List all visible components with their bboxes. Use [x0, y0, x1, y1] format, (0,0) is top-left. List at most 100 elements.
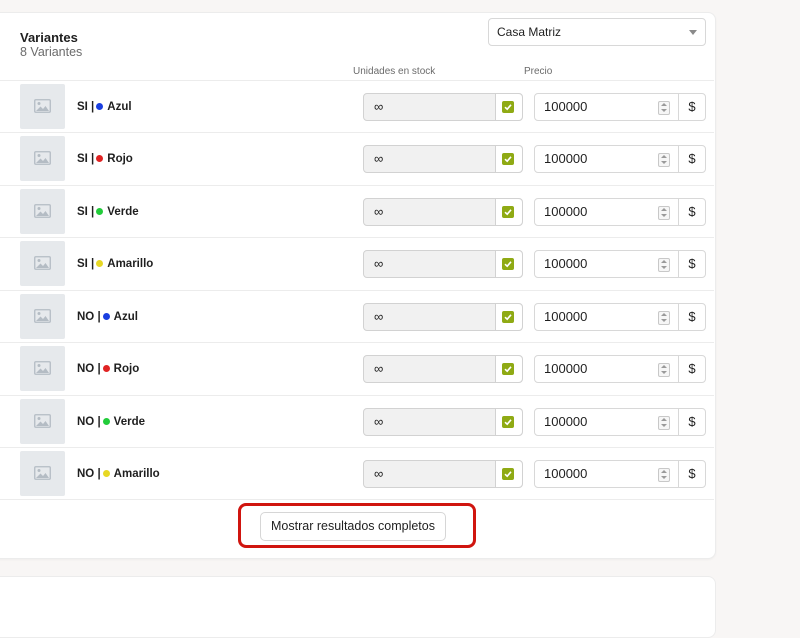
- variant-name: SI | Rojo: [77, 133, 133, 185]
- image-placeholder-icon[interactable]: [20, 189, 65, 234]
- variant-color-label: Azul: [113, 311, 138, 323]
- stepper-icon[interactable]: [658, 363, 670, 377]
- variant-option-label: SI |: [77, 153, 95, 165]
- currency-addon: $: [678, 408, 706, 436]
- variant-color-label: Rojo: [107, 153, 133, 165]
- image-placeholder-icon[interactable]: [20, 451, 65, 496]
- stock-value: ∞: [374, 256, 384, 271]
- image-placeholder-icon[interactable]: [20, 84, 65, 129]
- variant-row: SI | Rojo ∞ 100000 $: [0, 132, 714, 185]
- price-input[interactable]: 100000: [534, 460, 679, 488]
- stock-value: ∞: [374, 414, 384, 429]
- checkbox-checked-icon[interactable]: [502, 258, 514, 270]
- unlimited-stock-toggle[interactable]: [495, 409, 522, 435]
- checkbox-checked-icon[interactable]: [502, 468, 514, 480]
- stock-value: ∞: [374, 151, 384, 166]
- variant-color-label: Amarillo: [107, 258, 154, 270]
- currency-addon: $: [678, 145, 706, 173]
- variant-count: 8 Variantes: [20, 45, 83, 59]
- variant-name: SI | Amarillo: [77, 238, 153, 290]
- color-swatch-icon: [96, 155, 104, 162]
- image-placeholder-icon[interactable]: [20, 136, 65, 181]
- stock-value: ∞: [374, 466, 384, 481]
- price-value: 100000: [544, 466, 588, 481]
- stepper-icon[interactable]: [658, 311, 670, 325]
- currency-addon: $: [678, 460, 706, 488]
- price-input[interactable]: 100000: [534, 93, 679, 121]
- variant-option-label: NO |: [77, 468, 101, 480]
- price-value: 100000: [544, 204, 588, 219]
- color-swatch-icon: [96, 260, 104, 267]
- price-input[interactable]: 100000: [534, 408, 679, 436]
- price-value: 100000: [544, 151, 588, 166]
- stock-field[interactable]: ∞: [363, 355, 523, 383]
- checkbox-checked-icon[interactable]: [502, 311, 514, 323]
- checkbox-checked-icon[interactable]: [502, 416, 514, 428]
- unlimited-stock-toggle[interactable]: [495, 199, 522, 225]
- variant-name: NO | Amarillo: [77, 448, 160, 500]
- stock-field[interactable]: ∞: [363, 145, 523, 173]
- image-placeholder-icon[interactable]: [20, 294, 65, 339]
- price-value: 100000: [544, 256, 588, 271]
- stepper-icon[interactable]: [658, 206, 670, 220]
- stock-column-header: Unidades en stock: [353, 66, 436, 77]
- stepper-icon[interactable]: [658, 468, 670, 482]
- variant-option-label: SI |: [77, 206, 95, 218]
- price-input[interactable]: 100000: [534, 355, 679, 383]
- image-placeholder-icon[interactable]: [20, 399, 65, 444]
- variant-color-label: Verde: [107, 206, 139, 218]
- next-card: [0, 576, 716, 638]
- price-value: 100000: [544, 414, 588, 429]
- currency-addon: $: [678, 93, 706, 121]
- currency-addon: $: [678, 355, 706, 383]
- variant-row: NO | Rojo ∞ 100000 $: [0, 342, 714, 395]
- divider: [0, 499, 714, 500]
- variant-row: NO | Azul ∞ 100000 $: [0, 290, 714, 343]
- currency-addon: $: [678, 250, 706, 278]
- price-input[interactable]: 100000: [534, 250, 679, 278]
- variant-option-label: NO |: [77, 363, 101, 375]
- variant-color-label: Amarillo: [113, 468, 160, 480]
- unlimited-stock-toggle[interactable]: [495, 146, 522, 172]
- unlimited-stock-toggle[interactable]: [495, 251, 522, 277]
- unlimited-stock-toggle[interactable]: [495, 356, 522, 382]
- unlimited-stock-toggle[interactable]: [495, 304, 522, 330]
- stepper-icon[interactable]: [658, 101, 670, 115]
- variant-name: NO | Verde: [77, 396, 145, 448]
- location-select-value: Casa Matriz: [497, 25, 562, 39]
- unlimited-stock-toggle[interactable]: [495, 461, 522, 487]
- page-top-strip: [0, 0, 800, 10]
- price-input[interactable]: 100000: [534, 198, 679, 226]
- price-column-header: Precio: [524, 66, 553, 77]
- stock-field[interactable]: ∞: [363, 198, 523, 226]
- highlight-annotation: [238, 503, 476, 548]
- stepper-icon[interactable]: [658, 258, 670, 272]
- price-input[interactable]: 100000: [534, 145, 679, 173]
- checkbox-checked-icon[interactable]: [502, 153, 514, 165]
- variant-option-label: NO |: [77, 311, 101, 323]
- variant-name: SI | Azul: [77, 81, 132, 133]
- stock-value: ∞: [374, 204, 384, 219]
- stock-field[interactable]: ∞: [363, 93, 523, 121]
- color-swatch-icon: [102, 313, 110, 320]
- stock-field[interactable]: ∞: [363, 250, 523, 278]
- stock-field[interactable]: ∞: [363, 303, 523, 331]
- checkbox-checked-icon[interactable]: [502, 206, 514, 218]
- price-input[interactable]: 100000: [534, 303, 679, 331]
- location-select[interactable]: Casa Matriz: [488, 18, 706, 46]
- card-title: Variantes: [20, 30, 78, 45]
- image-placeholder-icon[interactable]: [20, 346, 65, 391]
- variant-option-label: SI |: [77, 101, 95, 113]
- price-value: 100000: [544, 99, 588, 114]
- unlimited-stock-toggle[interactable]: [495, 94, 522, 120]
- checkbox-checked-icon[interactable]: [502, 363, 514, 375]
- currency-addon: $: [678, 303, 706, 331]
- variant-row: SI | Amarillo ∞ 100000 $: [0, 237, 714, 290]
- image-placeholder-icon[interactable]: [20, 241, 65, 286]
- color-swatch-icon: [102, 418, 110, 425]
- stock-field[interactable]: ∞: [363, 408, 523, 436]
- checkbox-checked-icon[interactable]: [502, 101, 514, 113]
- stepper-icon[interactable]: [658, 153, 670, 167]
- stock-field[interactable]: ∞: [363, 460, 523, 488]
- stepper-icon[interactable]: [658, 416, 670, 430]
